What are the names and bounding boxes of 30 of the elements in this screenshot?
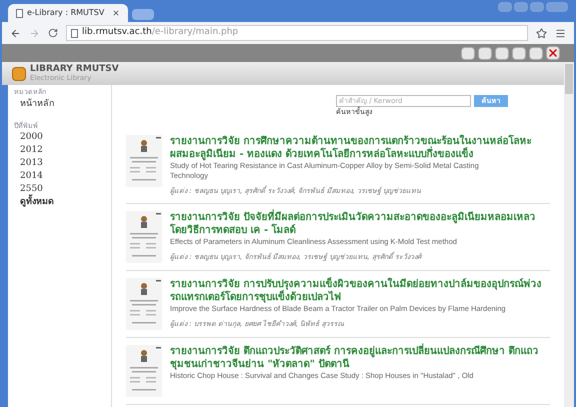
star-icon[interactable] bbox=[536, 28, 547, 38]
sidebar-link[interactable]: 2014 bbox=[14, 170, 43, 183]
book-cover-icon bbox=[126, 134, 162, 186]
reload-icon[interactable] bbox=[48, 28, 58, 38]
page-icon bbox=[16, 8, 23, 18]
sidebar-link[interactable]: หน้าหลัก bbox=[14, 98, 54, 110]
back-icon[interactable] bbox=[10, 28, 21, 38]
result-title[interactable]: รายงานการวิจัย การปรับปรุงความแข็งผิวของคานในมีดย่อยทางปาล์มของอุปกรณ์พ่วงรถแทรกเตอร์โดยการชุบแข็งด้วยเปลวไฟ bbox=[170, 278, 546, 304]
sidebar-link[interactable]: 2013 bbox=[14, 157, 43, 170]
sidebar-link[interactable]: ดูทั้งหมด bbox=[14, 196, 54, 209]
url-path: /e-library/main.php bbox=[152, 27, 238, 38]
sidebar-link[interactable]: 2012 bbox=[14, 144, 43, 157]
logo-title: LIBRARY RMUTSV bbox=[30, 64, 119, 74]
logo-icon bbox=[12, 66, 26, 80]
scrollbar[interactable] bbox=[564, 44, 574, 407]
sidebar-link[interactable]: 2000 bbox=[14, 131, 43, 144]
book-cover-icon bbox=[126, 211, 162, 263]
menu-icon[interactable] bbox=[555, 28, 566, 38]
scrollbar-thumb[interactable] bbox=[565, 64, 573, 94]
result-title[interactable]: รายงานการวิจัย ตึกแถวประวัติศาสตร์ การคงอยู่และการเปลี่ยนแปลงกรณีศึกษา ตึกแถว ชุมชนเก่าชาวจีนย่าน "หัวตลาด" ปัตตานี bbox=[170, 345, 546, 371]
forward-icon[interactable] bbox=[29, 28, 40, 38]
address-bar[interactable]: lib.rmutsv.ac.th/e-library/main.php bbox=[66, 25, 528, 41]
browser-tab[interactable]: e-Library : RMUTSV bbox=[8, 4, 128, 22]
book-cover-icon bbox=[126, 345, 162, 397]
result-title[interactable]: รายงานการวิจัย การศึกษาความต้านทานของการแตกร้าวขณะร้อนในงานหล่อโลหะผสมอะลูมิเนียม - ทองแดง ด้วยเทคโนโลยีการหล่อโลหะแบบกึ่งของแข็ง bbox=[170, 134, 546, 160]
book-cover-icon bbox=[126, 278, 162, 330]
page-icon bbox=[71, 28, 78, 38]
result-title[interactable]: รายงานการวิจัย ปัจจัยที่มีผลต่อการประเมินวัดความสะอาดของอะลูมิเนียมหลอมเหลวโดยวิธีการทดสอบ เค - โมลด์ bbox=[170, 211, 546, 237]
url-host: lib.rmutsv.ac.th bbox=[82, 27, 152, 38]
new-tab-button[interactable] bbox=[132, 9, 154, 20]
